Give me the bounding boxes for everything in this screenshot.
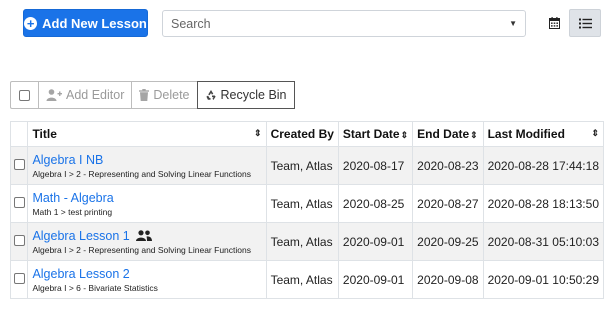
end-date-cell: 2020-08-27 [412,184,484,223]
title-cell: Algebra Lesson 1 Algebra I > 2 - Represe… [27,222,267,261]
list-icon [578,18,592,28]
lesson-title-link[interactable]: Algebra I NB [32,153,261,167]
lesson-path: Algebra I > 6 - Bivariate Statistics [32,282,158,293]
created-by-cell: Team, Atlas [265,222,339,261]
created-by-cell: Team, Atlas [265,260,339,299]
recycle-bin-label: Recycle Bin [220,88,287,102]
created-by-cell: Team, Atlas [265,146,339,185]
column-header-end-date[interactable]: End Date⇕ [412,121,484,147]
sort-icon[interactable]: ⇕ [591,128,599,139]
calendar-view-button[interactable] [540,9,568,37]
plus-circle-icon: + [24,16,38,30]
delete-label: Delete [153,88,190,102]
column-header-created-by[interactable]: Created By [265,121,339,147]
calendar-icon [548,17,560,29]
last-modified-cell: 2020-08-28 18:13:50 [482,184,605,223]
header-checkbox-cell [9,121,29,147]
checkbox [13,196,25,208]
shared-users-icon [136,229,153,241]
add-user-icon [46,89,62,101]
lesson-path: Math 1 > test printing [32,206,113,217]
lesson-title-link[interactable]: Algebra Lesson 1 [32,229,129,243]
column-header-start-date[interactable]: Start Date⇕ [337,121,414,147]
trash-icon [139,89,150,101]
sort-icon[interactable]: ⇕ [254,128,262,139]
last-modified-cell: 2020-08-28 17:44:18 [482,146,605,185]
recycle-bin-button[interactable]: Recycle Bin [196,81,295,109]
row-checkbox[interactable] [9,184,29,223]
sort-icon[interactable]: ⇕ [470,130,478,140]
add-editor-button[interactable]: Add Editor [38,81,132,109]
lesson-path: Algebra I > 2 - Representing and Solving… [32,168,251,179]
add-editor-label: Add Editor [66,88,125,102]
table-row[interactable]: Algebra I NB Algebra I > 2 - Representin… [9,146,605,185]
start-date-cell: 2020-09-01 [337,222,414,261]
row-checkbox[interactable] [9,146,29,185]
title-cell: Math - Algebra Math 1 > test printing [27,184,267,223]
sort-icon[interactable]: ⇕ [401,130,409,140]
created-by-cell: Team, Atlas [265,184,339,223]
last-modified-cell: 2020-08-31 05:10:03 [482,222,605,261]
add-new-lesson-label: Add New Lesson [42,15,147,31]
table-row[interactable]: Algebra Lesson 2 Algebra I > 6 - Bivaria… [9,260,605,299]
start-date-cell: 2020-08-25 [337,184,414,223]
end-date-cell: 2020-08-23 [412,146,484,185]
checkbox [13,272,25,284]
checkbox [13,158,25,170]
last-modified-cell: 2020-09-01 10:50:29 [482,260,605,299]
start-date-cell: 2020-09-01 [337,260,414,299]
list-view-button[interactable] [569,9,601,37]
select-all-checkbox[interactable] [10,81,38,109]
lesson-title-link[interactable]: Algebra Lesson 2 [32,267,261,281]
recycle-icon [205,90,216,100]
row-checkbox[interactable] [9,260,29,299]
delete-button[interactable]: Delete [131,81,197,109]
end-date-cell: 2020-09-25 [412,222,484,261]
add-new-lesson-button[interactable]: + Add New Lesson [23,9,148,37]
search-select[interactable]: Search ▼ [162,10,526,37]
lessons-table: Title ⇕ Created By Start Date⇕ End Date⇕… [9,121,605,299]
checkbox [19,89,30,101]
end-date-cell: 2020-09-08 [412,260,484,299]
lesson-path: Algebra I > 2 - Representing and Solving… [32,244,251,255]
checkbox [13,234,25,246]
table-row[interactable]: Algebra Lesson 1 Algebra I > 2 - Represe… [9,222,605,261]
chevron-down-icon: ▼ [509,19,517,28]
title-cell: Algebra Lesson 2 Algebra I > 6 - Bivaria… [27,260,267,299]
lesson-title-link[interactable]: Math - Algebra [32,191,261,205]
column-header-title[interactable]: Title ⇕ [27,121,267,147]
search-placeholder: Search [171,16,211,31]
table-row[interactable]: Math - Algebra Math 1 > test printing Te… [9,184,605,223]
bulk-action-toolbar: Add Editor Delete Recycle Bin [10,81,295,109]
title-cell: Algebra I NB Algebra I > 2 - Representin… [27,146,267,185]
start-date-cell: 2020-08-17 [337,146,414,185]
column-header-last-modified[interactable]: Last Modified ⇕ [482,121,605,147]
table-header-row: Title ⇕ Created By Start Date⇕ End Date⇕… [9,121,605,147]
row-checkbox[interactable] [9,222,29,261]
